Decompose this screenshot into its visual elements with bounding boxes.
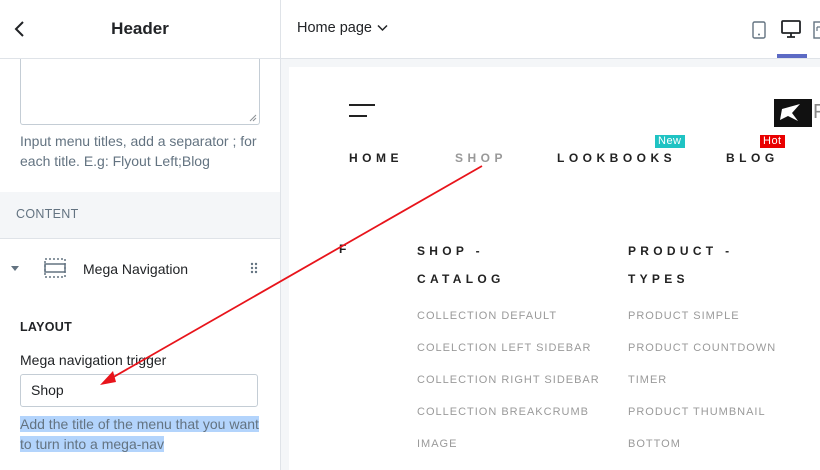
mega-menu-first-letter: F xyxy=(339,242,347,256)
sidebar-header: Header xyxy=(0,0,280,59)
heading-line: TYPES xyxy=(628,272,689,286)
selected-view-indicator xyxy=(777,54,807,58)
drag-handle-icon[interactable] xyxy=(250,262,258,274)
sidebar-title: Header xyxy=(111,19,169,38)
nav-item-home[interactable]: HOME xyxy=(349,151,403,165)
caret-down-icon[interactable] xyxy=(10,265,20,273)
selected-help-text: Add the title of the menu that you want … xyxy=(20,416,259,452)
layout-section-heading: LAYOUT xyxy=(20,320,73,334)
section-layout-icon xyxy=(44,258,66,278)
preview-toolbar: Home page xyxy=(281,0,820,59)
mega-menu-link[interactable]: BOTTOM xyxy=(628,438,681,450)
nav-item-lookbooks[interactable]: LOOKBOOKS xyxy=(557,151,676,165)
mega-menu-link[interactable]: TIMER xyxy=(628,374,667,386)
mega-menu-link[interactable]: COLLECTION RIGHT SIDEBAR xyxy=(417,374,600,386)
fullscreen-view-icon[interactable] xyxy=(813,21,820,39)
nav-item-shop[interactable]: SHOP xyxy=(455,151,507,165)
store-logo[interactable]: F xyxy=(774,99,820,127)
mega-menu-link[interactable]: PRODUCT SIMPLE xyxy=(628,310,740,322)
hamburger-menu-icon[interactable] xyxy=(349,103,375,119)
trigger-help-text: Add the title of the menu that you want … xyxy=(20,414,260,454)
heading-line: CATALOG xyxy=(417,272,505,286)
menu-titles-setting: Input menu titles, add a separator ; for… xyxy=(0,59,280,192)
mega-menu-link[interactable]: COLLECTION BREAKCRUMB xyxy=(417,406,589,418)
mobile-view-icon[interactable] xyxy=(752,21,766,39)
heading-line: SHOP - xyxy=(417,244,484,258)
menu-titles-help: Input menu titles, add a separator ; for… xyxy=(20,133,257,169)
mega-menu-link[interactable]: COLELCTION LEFT SIDEBAR xyxy=(417,342,591,354)
mega-menu-link[interactable]: COLLECTION DEFAULT xyxy=(417,310,557,322)
chevron-down-icon[interactable] xyxy=(377,24,388,32)
mega-menu-link[interactable]: PRODUCT THUMBNAIL xyxy=(628,406,766,418)
resize-handle-icon[interactable] xyxy=(249,114,257,122)
menu-titles-textarea[interactable] xyxy=(20,59,260,125)
store-preview: F HOME SHOP LOOKBOOKS New BLOG Hot F SHO… xyxy=(289,67,820,470)
mega-menu-column-heading: SHOP - CATALOG xyxy=(417,237,505,293)
new-badge: New xyxy=(655,135,685,148)
mega-navigation-trigger-input[interactable]: Shop xyxy=(20,374,258,407)
content-section-heading: CONTENT xyxy=(16,207,79,221)
mega-navigation-label: Mega Navigation xyxy=(83,261,189,277)
desktop-view-icon[interactable] xyxy=(781,20,801,38)
theme-editor-sidebar: Header Input menu titles, add a separato… xyxy=(0,0,281,470)
heading-line: PRODUCT - xyxy=(628,244,734,258)
logo-letter: F xyxy=(813,101,820,123)
hot-badge: Hot xyxy=(760,135,785,148)
page-selector[interactable]: Home page xyxy=(297,20,372,36)
mega-menu-link[interactable]: PRODUCT COUNTDOWN xyxy=(628,342,776,354)
mega-menu-column-heading: PRODUCT - TYPES xyxy=(628,237,733,293)
mega-menu-link[interactable]: IMAGE xyxy=(417,438,457,450)
trigger-field-label: Mega navigation trigger xyxy=(20,352,167,368)
nav-item-blog[interactable]: BLOG xyxy=(726,151,779,165)
mega-navigation-block[interactable]: Mega Navigation xyxy=(0,238,280,300)
mega-navigation-settings: LAYOUT Mega navigation trigger Shop Add … xyxy=(0,299,280,470)
